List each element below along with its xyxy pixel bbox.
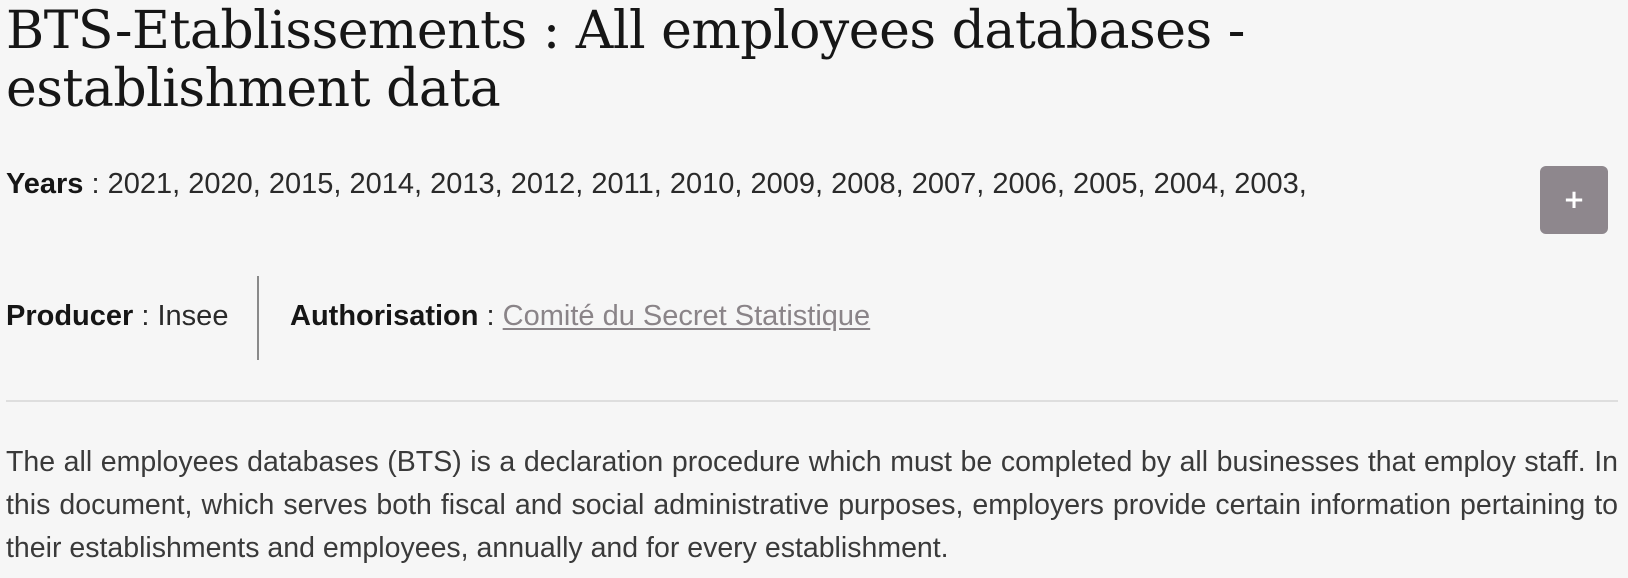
authorisation-separator: : <box>478 300 503 332</box>
authorisation-label: Authorisation <box>290 300 479 332</box>
authorisation-link[interactable]: Comité du Secret Statistique <box>503 300 871 332</box>
metadata-divider <box>257 276 259 360</box>
years-label: Years <box>6 168 84 200</box>
expand-years-button[interactable]: + <box>1540 166 1608 234</box>
description-text: The all employees databases (BTS) is a d… <box>6 446 1618 564</box>
years-separator: : <box>83 168 108 200</box>
authorisation-field: Authorisation : Comité du Secret Statist… <box>290 296 870 336</box>
producer-label: Producer <box>6 300 134 332</box>
years-row: Years : 2021, 2020, 2015, 2014, 2013, 20… <box>6 166 1307 202</box>
producer-separator: : <box>133 300 158 332</box>
producer-field: Producer : Insee <box>6 296 228 336</box>
producer-value: Insee <box>157 300 229 332</box>
section-divider <box>6 400 1618 402</box>
plus-icon: + <box>1563 185 1585 215</box>
years-value: 2021, 2020, 2015, 2014, 2013, 2012, 2011… <box>107 168 1307 200</box>
page-title: BTS-Etablissements : All employees datab… <box>6 1 1245 119</box>
